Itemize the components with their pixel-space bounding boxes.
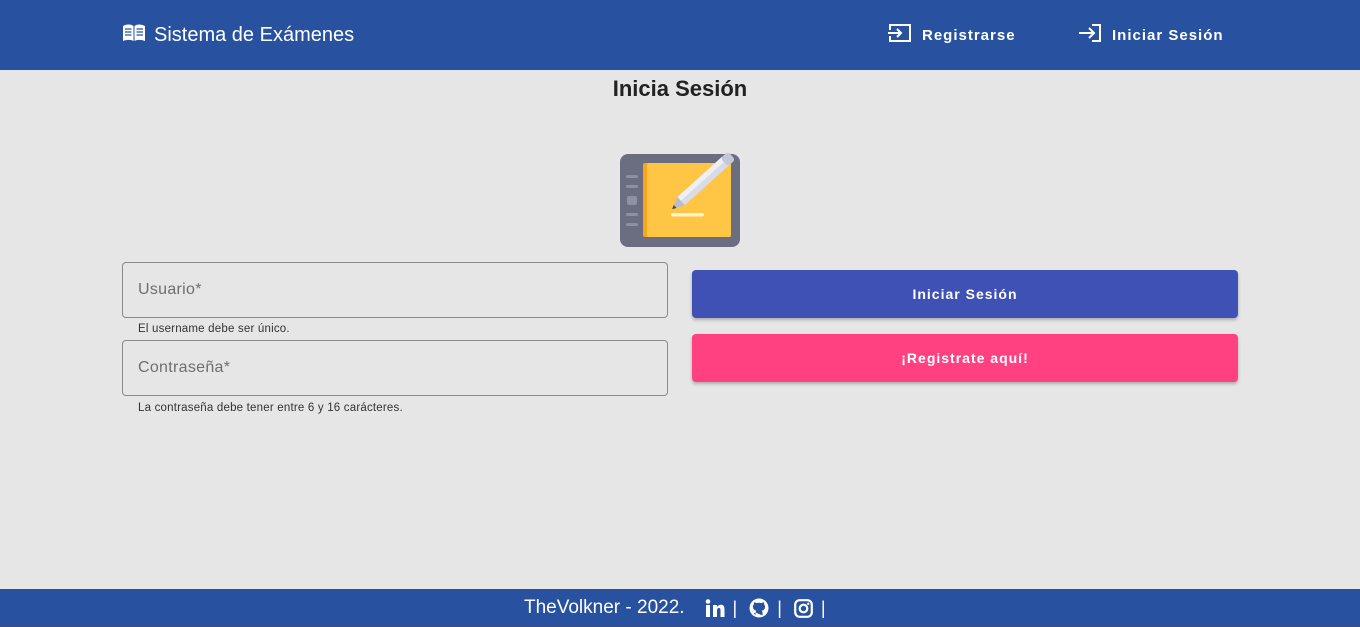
- register-button[interactable]: ¡Registrate aquí!: [692, 334, 1238, 382]
- login-arrow-icon: [1078, 23, 1102, 47]
- open-book-icon: [122, 23, 146, 48]
- nav-register-label: Registrarse: [922, 26, 1016, 44]
- username-field[interactable]: [122, 262, 668, 318]
- password-input[interactable]: [123, 341, 667, 395]
- password-hint: La contraseña debe tener entre 6 y 16 ca…: [138, 402, 403, 414]
- footer-separator: |: [732, 597, 738, 618]
- linkedin-icon[interactable]: [705, 599, 725, 617]
- register-arrow-icon: [888, 23, 912, 47]
- footer: TheVolkner - 2022. | | |: [0, 589, 1360, 627]
- brand-link[interactable]: Sistema de Exámenes: [122, 22, 354, 48]
- footer-credit: TheVolkner - 2022.: [524, 597, 685, 618]
- footer-separator: |: [820, 597, 826, 618]
- username-hint: El username debe ser único.: [138, 323, 290, 335]
- top-navbar: Sistema de Exámenes Registrarse Iniciar …: [0, 0, 1360, 70]
- instagram-icon[interactable]: [794, 598, 813, 618]
- username-input[interactable]: [123, 263, 667, 317]
- nav-login-label: Iniciar Sesión: [1112, 26, 1224, 44]
- tablet-pencil-icon: [618, 140, 742, 250]
- page-title: Inicia Sesión: [612, 76, 748, 101]
- login-button[interactable]: Iniciar Sesión: [692, 270, 1238, 318]
- brand-title: Sistema de Exámenes: [154, 23, 355, 46]
- footer-separator: |: [777, 597, 782, 618]
- nav-register-button[interactable]: Registrarse: [888, 22, 1016, 48]
- nav-login-button[interactable]: Iniciar Sesión: [1078, 22, 1224, 48]
- github-icon[interactable]: [749, 598, 769, 618]
- footer-content: TheVolkner - 2022. | | |: [524, 596, 826, 620]
- password-field[interactable]: [122, 340, 668, 396]
